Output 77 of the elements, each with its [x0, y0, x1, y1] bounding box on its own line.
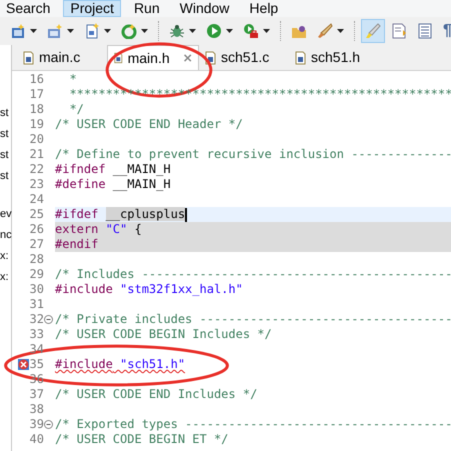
- panel-text: x:: [0, 270, 10, 285]
- menu-item[interactable]: Run: [126, 0, 167, 17]
- class-icon: [47, 23, 63, 39]
- menu-item[interactable]: Search: [0, 0, 58, 17]
- line-number: 35: [30, 357, 44, 372]
- panel-text: ev: [0, 207, 11, 222]
- editor-tab[interactable]: sch51.c: [199, 45, 289, 70]
- line-number: 32: [30, 312, 44, 327]
- editor-tab[interactable]: sch51.h: [289, 45, 379, 70]
- code-line: #include "stm32f1xx_hal.h": [55, 282, 243, 296]
- code-line: #endif: [55, 237, 98, 251]
- line-number: 28: [30, 252, 44, 267]
- menu-item[interactable]: Window: [172, 0, 236, 17]
- line-number: 19: [30, 117, 44, 132]
- play-icon: [206, 23, 222, 39]
- close-icon[interactable]: [182, 52, 192, 64]
- file-icon: [23, 50, 34, 64]
- line-number: 39: [30, 417, 44, 432]
- code-line: #ifndef __MAIN_H: [55, 162, 171, 176]
- code-line: /* Exported types -------------------------------------: [55, 417, 451, 431]
- line-number: 31: [30, 297, 44, 312]
- panel-text: nc: [0, 228, 11, 243]
- line-number: 22: [30, 162, 44, 177]
- code-line: #define __MAIN_H: [55, 177, 171, 191]
- toolbar-button[interactable]: ¶: [439, 19, 451, 43]
- line-number: 23: [30, 177, 44, 192]
- bug-icon: [169, 23, 185, 39]
- code-line: /* Includes -------------------------------------------: [55, 267, 451, 281]
- highlighter-icon: [365, 23, 381, 39]
- line-number: 18: [30, 102, 44, 117]
- line-number: 16: [30, 72, 44, 87]
- line-number: 36: [30, 372, 44, 387]
- code-line: /* USER CODE BEGIN Includes */: [55, 327, 272, 341]
- line-number: 38: [30, 402, 44, 417]
- file-icon: [84, 23, 100, 39]
- error-icon: [18, 359, 29, 370]
- run-toolbox-icon: [243, 23, 259, 39]
- file-icon: [295, 50, 306, 64]
- editor-tab[interactable]: main.c: [17, 45, 107, 70]
- line-number: 30: [30, 282, 44, 297]
- menu-item[interactable]: Help: [242, 0, 286, 17]
- editor-tab[interactable]: main.h: [107, 45, 199, 70]
- code-line: extern "C" {: [55, 222, 142, 236]
- panel-text: st: [0, 106, 10, 121]
- project-icon: [10, 23, 26, 39]
- refresh-icon: [121, 23, 137, 39]
- line-number: 21: [30, 147, 44, 162]
- line-number: 26: [30, 222, 44, 237]
- panel-text: x:: [0, 249, 10, 264]
- line-number: 37: [30, 387, 44, 402]
- line-number: 24: [30, 192, 44, 207]
- collapse-icon[interactable]: [44, 420, 53, 429]
- document-icon: [417, 23, 433, 39]
- document-arrow-icon: [391, 23, 407, 39]
- folder-icon: [291, 23, 307, 39]
- code-line: */: [68, 102, 84, 116]
- line-number: 29: [30, 267, 44, 282]
- code-line: /* USER CODE END Includes */: [55, 387, 258, 401]
- line-number: 40: [30, 432, 44, 447]
- panel-text: st: [0, 169, 10, 184]
- code-line: /* Define to prevent recursive inclusion --------------: [55, 147, 451, 161]
- code-line: #include "sch51.h": [55, 357, 186, 371]
- code-line: /* USER CODE BEGIN ET */: [55, 432, 228, 446]
- menu-item[interactable]: Project: [63, 0, 121, 17]
- line-number: 33: [30, 327, 44, 342]
- line-number: 27: [30, 237, 44, 252]
- code-line: /* USER CODE END Header */: [55, 117, 243, 131]
- panel-text: st: [0, 127, 10, 142]
- line-number: 17: [30, 87, 44, 102]
- line-number: 25: [30, 207, 44, 222]
- code-line: /* Private includes -----------------------------------: [55, 312, 451, 326]
- collapse-icon[interactable]: [44, 315, 53, 324]
- brush-icon: [317, 23, 333, 39]
- panel-text: st: [0, 148, 10, 163]
- code-line: #ifdef __cplusplus: [55, 207, 186, 221]
- code-line: *: [68, 72, 77, 86]
- line-number: 20: [30, 132, 44, 147]
